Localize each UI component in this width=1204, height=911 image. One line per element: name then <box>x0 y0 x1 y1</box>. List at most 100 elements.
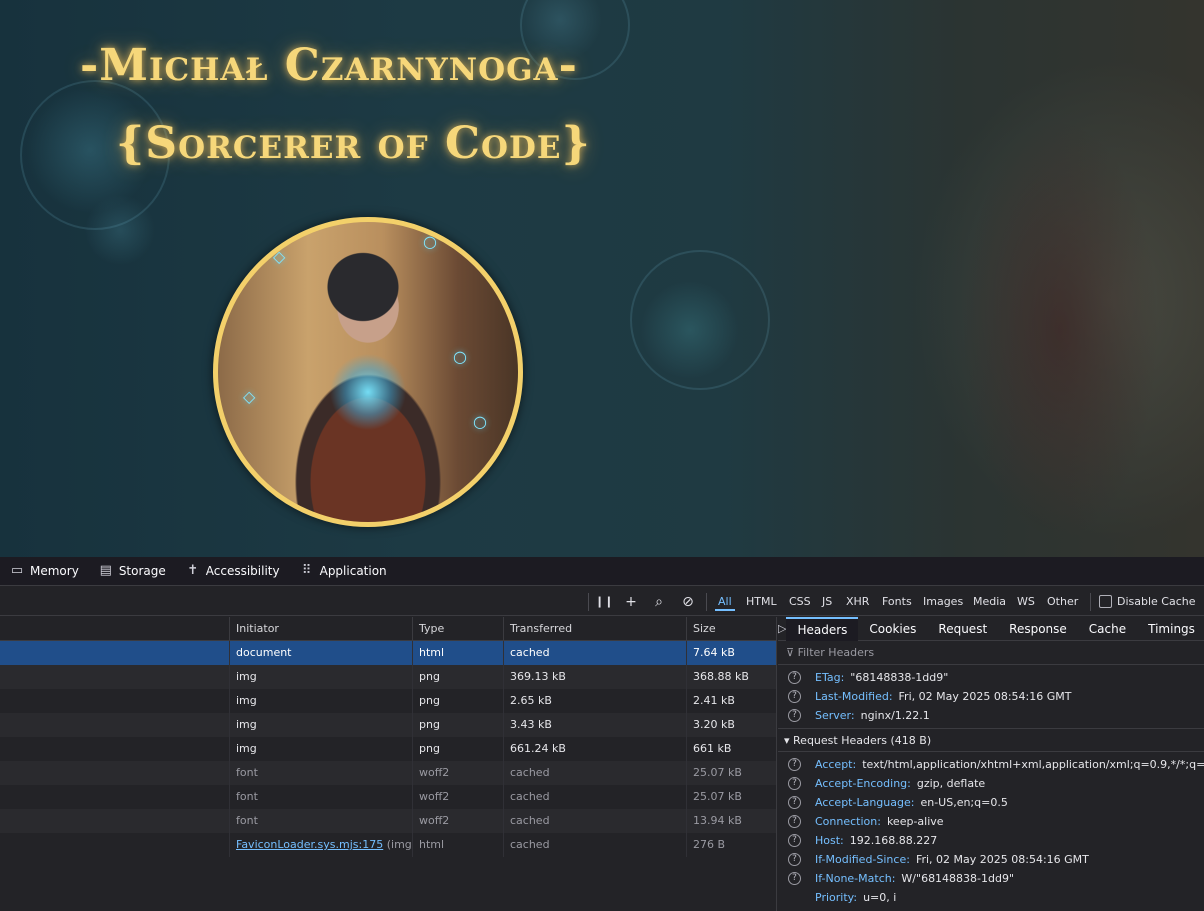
header-value: Fri, 02 May 2025 08:54:16 GMT <box>898 690 1072 703</box>
help-icon[interactable]: ? <box>788 834 801 847</box>
header-row[interactable]: ? If-Modified-Since: Fri, 02 May 2025 08… <box>778 850 1204 869</box>
cell-type: png <box>412 689 503 713</box>
request-headers-section[interactable]: ▾ Request Headers (418 B) <box>778 728 1204 752</box>
header-row[interactable]: ? Host: 192.168.88.227 <box>778 831 1204 850</box>
table-row[interactable]: font woff2 cached 13.94 kB <box>0 809 776 833</box>
rune-icon: ○ <box>473 412 487 431</box>
help-icon[interactable]: ? <box>788 815 801 828</box>
tab-memory[interactable]: ▭ Memory <box>0 557 89 586</box>
cell-transferred: cached <box>503 641 686 665</box>
filter-media[interactable]: Media <box>970 593 1009 611</box>
tab-cookies[interactable]: Cookies <box>858 617 927 641</box>
cell-transferred: 369.13 kB <box>503 665 686 689</box>
cell-empty <box>0 785 229 809</box>
header-row[interactable]: ? Accept-Encoding: gzip, deflate <box>778 774 1204 793</box>
filter-fonts[interactable]: Fonts <box>879 593 915 611</box>
filter-css[interactable]: CSS <box>786 593 814 611</box>
header-name: Server: <box>815 709 855 722</box>
header-row[interactable]: ? Accept-Language: en-US,en;q=0.5 <box>778 793 1204 812</box>
block-icon[interactable]: ⊘ <box>679 593 697 611</box>
cell-initiator: document <box>229 641 412 665</box>
table-row[interactable]: FaviconLoader.sys.mjs:175 (img) html cac… <box>0 833 776 857</box>
header-row[interactable]: ? Server: nginx/1.22.1 <box>778 706 1204 725</box>
filter-xhr[interactable]: XHR <box>843 593 872 611</box>
tab-response[interactable]: Response <box>998 617 1078 641</box>
header-row[interactable]: Priority: u=0, i <box>778 888 1204 907</box>
help-icon[interactable]: ? <box>788 796 801 809</box>
header-row[interactable]: ? ETag: "68148838-1dd9" <box>778 668 1204 687</box>
help-icon[interactable]: ? <box>788 777 801 790</box>
header-name: Connection: <box>815 815 881 828</box>
cell-initiator: img <box>229 713 412 737</box>
cell-type: png <box>412 737 503 761</box>
web-page: -Michał Czarnynoga- {Sorcerer of Code} ◇… <box>0 0 1204 557</box>
filter-html[interactable]: HTML <box>743 593 780 611</box>
table-row[interactable]: img png 369.13 kB 368.88 kB <box>0 665 776 689</box>
cell-size: 276 B <box>686 833 776 857</box>
filter-headers-input[interactable]: ⊽ Filter Headers <box>778 641 1204 665</box>
table-header: Initiator Type Transferred Size <box>0 617 776 641</box>
help-icon[interactable]: ? <box>788 853 801 866</box>
tab-timings[interactable]: Timings <box>1137 617 1204 641</box>
column-header <box>0 617 229 641</box>
initiator-link[interactable]: FaviconLoader.sys.mjs:175 <box>236 838 383 851</box>
cell-transferred: cached <box>503 809 686 833</box>
filter-other[interactable]: Other <box>1044 593 1081 611</box>
tab-application[interactable]: ⠿ Application <box>290 557 397 586</box>
table-row[interactable]: img png 3.43 kB 3.20 kB <box>0 713 776 737</box>
tab-label: Accessibility <box>205 564 280 578</box>
disable-cache-checkbox[interactable] <box>1099 595 1112 608</box>
tab-cache[interactable]: Cache <box>1078 617 1137 641</box>
table-row[interactable]: img png 2.65 kB 2.41 kB <box>0 689 776 713</box>
header-row[interactable]: ? If-None-Match: W/"68148838-1dd9" <box>778 869 1204 888</box>
table-row[interactable]: font woff2 cached 25.07 kB <box>0 761 776 785</box>
add-icon[interactable]: + <box>622 593 640 611</box>
filter-all[interactable]: All <box>715 593 735 611</box>
request-table: Initiator Type Transferred Size document… <box>0 617 777 911</box>
help-icon[interactable]: ? <box>788 758 801 771</box>
help-icon[interactable]: ? <box>788 671 801 684</box>
header-row[interactable]: ? Connection: keep-alive <box>778 812 1204 831</box>
table-row[interactable]: font woff2 cached 25.07 kB <box>0 785 776 809</box>
table-row[interactable]: document html cached 7.64 kB <box>0 641 776 665</box>
filter-ws[interactable]: WS <box>1014 593 1038 611</box>
help-icon[interactable]: ? <box>788 690 801 703</box>
tab-accessibility[interactable]: ✝ Accessibility <box>176 557 290 586</box>
header-row[interactable]: ? Last-Modified: Fri, 02 May 2025 08:54:… <box>778 687 1204 706</box>
devtools-panel: ▭ Memory ▤ Storage ✝ Accessibility ⠿ App… <box>0 557 1204 911</box>
tab-storage[interactable]: ▤ Storage <box>89 557 176 586</box>
header-value: "68148838-1dd9" <box>850 671 949 684</box>
column-header-type[interactable]: Type <box>412 617 503 641</box>
cell-size: 661 kB <box>686 737 776 761</box>
help-icon[interactable]: ? <box>788 872 801 885</box>
help-icon[interactable]: ? <box>788 709 801 722</box>
header-value: 192.168.88.227 <box>849 834 938 847</box>
header-name: ETag: <box>815 671 845 684</box>
cell-transferred: cached <box>503 785 686 809</box>
toggle-panel-icon[interactable]: ▷ <box>778 617 786 641</box>
cell-type: html <box>412 641 503 665</box>
cell-type: woff2 <box>412 785 503 809</box>
toolbar-divider <box>706 593 707 611</box>
filter-images[interactable]: Images <box>920 593 966 611</box>
header-row[interactable]: ? Accept: text/html,application/xhtml+xm… <box>778 755 1204 774</box>
search-icon[interactable]: ⌕ <box>650 593 668 611</box>
column-header-initiator[interactable]: Initiator <box>229 617 412 641</box>
filter-icon: ⊽ <box>786 646 795 659</box>
chevron-down-icon: ▾ <box>784 734 790 747</box>
pause-icon[interactable]: ❙❙ <box>595 593 613 611</box>
tab-label: Application <box>319 564 387 578</box>
filter-js[interactable]: JS <box>819 593 835 611</box>
cell-initiator: img <box>229 689 412 713</box>
tab-label: Memory <box>30 564 79 578</box>
cell-empty <box>0 761 229 785</box>
background-glyph <box>630 250 770 390</box>
cell-type: woff2 <box>412 809 503 833</box>
header-value: u=0, i <box>863 891 897 904</box>
tab-headers[interactable]: Headers <box>786 617 859 641</box>
column-header-size[interactable]: Size <box>686 617 776 641</box>
column-header-transferred[interactable]: Transferred <box>503 617 686 641</box>
tab-request[interactable]: Request <box>927 617 998 641</box>
cell-empty <box>0 641 229 665</box>
table-row[interactable]: img png 661.24 kB 661 kB <box>0 737 776 761</box>
